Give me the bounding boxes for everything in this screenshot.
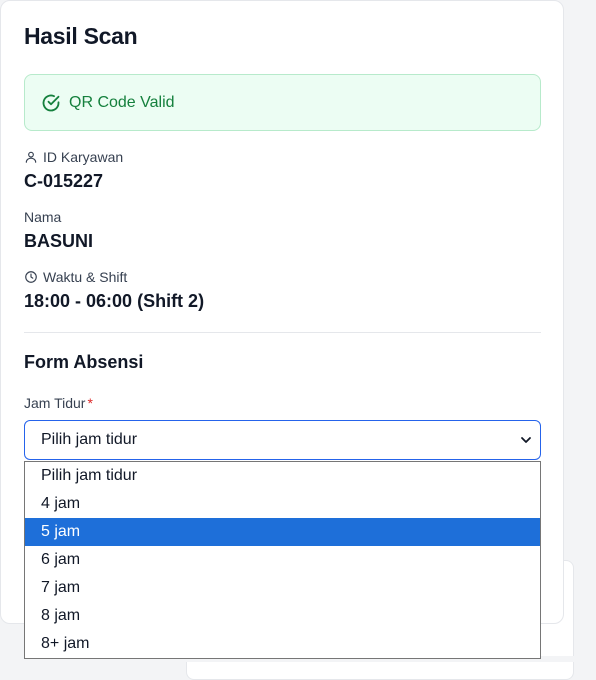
time-shift-value: 18:00 - 06:00 (Shift 2) (24, 291, 205, 311)
required-mark: * (87, 395, 93, 411)
option-placeholder[interactable]: Pilih jam tidur (25, 462, 540, 490)
divider (24, 332, 541, 333)
page-title: Hasil Scan (24, 23, 138, 49)
check-circle-icon (42, 94, 60, 111)
status-text: QR Code Valid (69, 93, 175, 111)
option-8-jam[interactable]: 8 jam (25, 602, 540, 630)
sleep-hours-select[interactable]: Pilih jam tidur (24, 420, 541, 460)
select-value: Pilih jam tidur (41, 431, 138, 448)
name-label: Nama (24, 209, 62, 225)
employee-id-value: C-015227 (24, 171, 104, 191)
name-value: BASUNI (24, 231, 94, 251)
sleep-hours-dropdown: Pilih jam tidur 4 jam 5 jam 6 jam 7 jam … (24, 461, 541, 659)
option-8-plus-jam[interactable]: 8+ jam (25, 630, 540, 658)
status-banner: QR Code Valid (24, 74, 541, 131)
scan-result-card: Hasil Scan QR Code Valid ID Karyawan C-0… (0, 0, 564, 659)
form-title: Form Absensi (24, 352, 144, 372)
chevron-down-icon (521, 437, 531, 443)
clock-icon (25, 271, 37, 283)
option-6-jam[interactable]: 6 jam (25, 546, 540, 574)
sleep-hours-label: Jam Tidur * (24, 395, 93, 411)
option-5-jam[interactable]: 5 jam (25, 518, 540, 546)
employee-id-label: ID Karyawan (24, 149, 123, 165)
option-4-jam[interactable]: 4 jam (25, 490, 540, 518)
time-shift-label: Waktu & Shift (24, 269, 127, 285)
option-7-jam[interactable]: 7 jam (25, 574, 540, 602)
user-icon (25, 151, 37, 163)
